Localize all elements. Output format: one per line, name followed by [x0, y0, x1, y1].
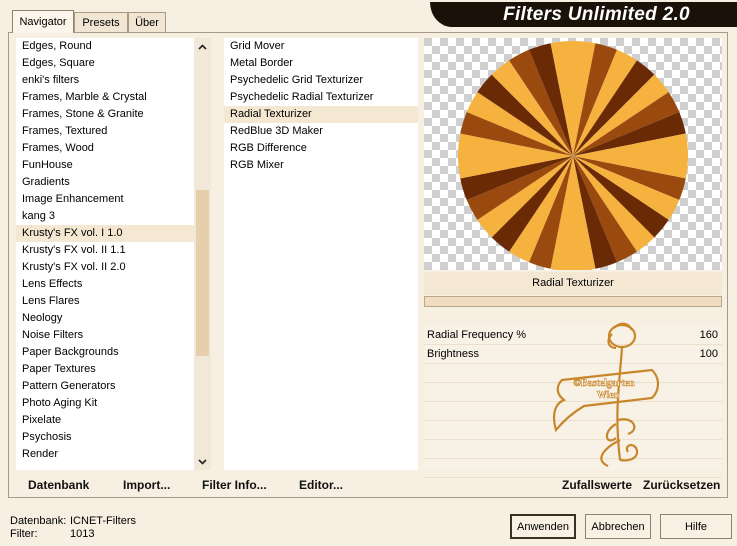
apply-button[interactable]: Anwenden — [510, 514, 576, 539]
category-item[interactable]: Lens Flares — [16, 293, 194, 310]
preview-filter-name: Radial Texturizer — [424, 272, 722, 295]
filter-list[interactable]: Grid Mover Metal Border Psychedelic Grid T… — [224, 38, 418, 470]
status-filter-value: 1013 — [70, 528, 95, 540]
editor-button[interactable]: Editor... — [299, 478, 343, 492]
app-title: Filters Unlimited 2.0 — [503, 3, 690, 25]
import-button[interactable]: Import... — [123, 478, 170, 492]
reset-button[interactable]: Zurücksetzen — [643, 478, 720, 492]
tab-about-label: Über — [135, 16, 159, 29]
filter-item[interactable]: Psychedelic Radial Texturizer — [224, 89, 418, 106]
category-item[interactable]: enki's filters — [16, 72, 194, 89]
filter-info-button[interactable]: Filter Info... — [202, 478, 267, 492]
preview-image — [424, 38, 722, 270]
progress-bar — [424, 296, 722, 307]
filter-item[interactable]: Metal Border — [224, 55, 418, 72]
tab-presets-label: Presets — [82, 16, 120, 29]
watermark-line1: ©Bastelgarten — [573, 378, 635, 389]
preview-area — [424, 38, 722, 270]
filter-item[interactable]: Psychedelic Grid Texturizer — [224, 72, 418, 89]
tab-about[interactable]: Über — [128, 12, 166, 32]
category-item[interactable]: Paper Textures — [16, 361, 194, 378]
category-item[interactable]: Frames, Textured — [16, 123, 194, 140]
scroll-thumb[interactable] — [196, 190, 209, 356]
cancel-button[interactable]: Abbrechen — [585, 514, 651, 539]
category-scrollbar[interactable] — [194, 38, 211, 470]
preview-filter-label: Radial Texturizer — [532, 277, 614, 289]
tab-navigator-label: Navigator — [19, 16, 67, 28]
scroll-down-arrow-icon[interactable] — [194, 453, 211, 470]
datenbank-button[interactable]: Datenbank — [28, 478, 89, 492]
category-item[interactable]: Frames, Stone & Granite — [16, 106, 194, 123]
param-label: Brightness — [427, 348, 479, 360]
category-item[interactable]: Edges, Square — [16, 55, 194, 72]
tab-presets[interactable]: Presets — [74, 12, 128, 32]
tab-navigator[interactable]: Navigator — [12, 10, 74, 33]
apply-label: Anwenden — [517, 520, 569, 533]
help-label: Hilfe — [684, 520, 707, 533]
category-item[interactable]: Frames, Marble & Crystal — [16, 89, 194, 106]
category-item[interactable]: Noise Filters — [16, 327, 194, 344]
category-item[interactable]: Edges, Round — [16, 38, 194, 55]
param-label: Radial Frequency % — [427, 329, 527, 341]
category-item[interactable]: Pattern Generators — [16, 378, 194, 395]
category-item[interactable]: Frames, Wood — [16, 140, 194, 157]
cancel-label: Abbrechen — [591, 520, 645, 533]
filter-item[interactable]: RGB Mixer — [224, 157, 418, 174]
app-title-banner: Filters Unlimited 2.0 — [430, 2, 737, 27]
status-db-value: ICNET-Filters — [70, 515, 136, 527]
category-item[interactable]: Krusty's FX vol. II 2.0 — [16, 259, 194, 276]
category-list[interactable]: Edges, Round Edges, Square enki's filters F… — [16, 38, 194, 470]
category-item[interactable]: Krusty's FX vol. II 1.1 — [16, 242, 194, 259]
category-item[interactable]: Paper Backgrounds — [16, 344, 194, 361]
category-item[interactable]: Gradients — [16, 174, 194, 191]
filter-item[interactable]: Grid Mover — [224, 38, 418, 55]
filter-item[interactable]: RGB Difference — [224, 140, 418, 157]
parameter-panel: Radial Frequency % 160 Brightness 100 ©B… — [424, 322, 722, 478]
filter-item[interactable]: Radial Texturizer — [224, 106, 418, 123]
filter-item[interactable]: RedBlue 3D Maker — [224, 123, 418, 140]
random-values-button[interactable]: Zufallswerte — [562, 478, 632, 492]
watermark-line2: Wien — [597, 390, 620, 401]
category-item[interactable]: Neology — [16, 310, 194, 327]
watermark-logo: ©Bastelgarten Wien — [553, 322, 660, 468]
help-button[interactable]: Hilfe — [660, 514, 732, 539]
category-item[interactable]: FunHouse — [16, 157, 194, 174]
status-filter-label: Filter: — [10, 528, 38, 540]
category-item[interactable]: Krusty's FX vol. I 1.0 — [16, 225, 194, 242]
category-item[interactable]: Render — [16, 446, 194, 463]
status-db-label: Datenbank: — [10, 515, 67, 527]
category-item[interactable]: Psychosis — [16, 429, 194, 446]
radial-texture — [458, 41, 688, 270]
category-item[interactable]: Photo Aging Kit — [16, 395, 194, 412]
scroll-up-arrow-icon[interactable] — [194, 38, 211, 55]
param-value: 100 — [699, 348, 718, 360]
category-item[interactable]: Pixelate — [16, 412, 194, 429]
category-item[interactable]: kang 3 — [16, 208, 194, 225]
category-item[interactable]: Image Enhancement — [16, 191, 194, 208]
category-item[interactable]: Lens Effects — [16, 276, 194, 293]
param-value: 160 — [699, 329, 718, 341]
